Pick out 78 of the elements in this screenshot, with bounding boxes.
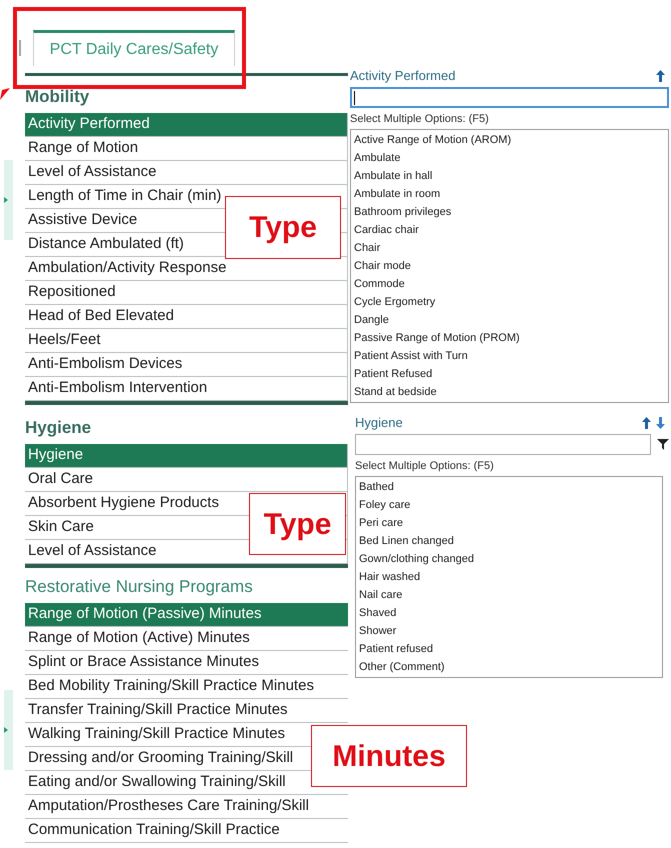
list-item[interactable]: Absorbent Hygiene Products xyxy=(28,492,219,515)
option-item[interactable]: Dangle xyxy=(351,311,668,329)
tab-edge xyxy=(19,40,21,56)
list-item[interactable]: Hygiene xyxy=(25,444,348,468)
list-item[interactable]: Bed Mobility Training/Skill Practice Minutes xyxy=(28,675,314,698)
option-item[interactable]: Ambulate xyxy=(351,149,668,167)
down-arrow-icon[interactable] xyxy=(656,417,665,429)
list-item[interactable]: Transfer Training/Skill Practice Minutes xyxy=(28,699,288,722)
options-list[interactable] xyxy=(350,129,669,403)
list-item[interactable]: Activity Performed xyxy=(25,113,348,137)
option-item[interactable]: Active Range of Motion (AROM) xyxy=(351,131,668,149)
option-item[interactable]: Hair washed xyxy=(356,568,662,586)
list-item[interactable]: Communication Training/Skill Practice xyxy=(28,819,280,842)
option-item[interactable]: Bathroom privileges xyxy=(351,203,668,221)
options-list[interactable]: Bathed Foley care Peri care Bed Linen changed Gown/clothing changed Hair washed Nail care Shaved Shower Patient refused Other (Comment) xyxy=(355,476,663,678)
option-item[interactable]: Passive Range of Motion (PROM) xyxy=(351,329,668,347)
option-item[interactable]: Stand at bedside xyxy=(351,383,668,401)
list-item[interactable]: Assistive Device xyxy=(28,209,138,232)
annotation-label: Minutes xyxy=(311,725,467,787)
section-heading: Restorative Nursing Programs xyxy=(25,576,254,598)
panel-title: Hygiene xyxy=(355,414,403,432)
option-item[interactable]: Other (Comment) xyxy=(356,658,662,676)
option-item[interactable]: Chair xyxy=(351,239,668,257)
expand-triangle-icon xyxy=(4,197,8,203)
list-item[interactable]: Anti-Embolism Intervention xyxy=(28,377,208,400)
expand-handle[interactable] xyxy=(4,160,13,240)
option-item[interactable]: Ambulate in hall xyxy=(351,167,668,185)
option-item[interactable]: Ambulate in room xyxy=(351,185,668,203)
list-item[interactable]: Oral Care xyxy=(28,468,94,491)
list-item[interactable]: Amputation/Prostheses Care Training/Skill xyxy=(28,795,309,818)
list-item[interactable]: Heels/Feet xyxy=(28,329,101,352)
input-field[interactable] xyxy=(350,87,669,108)
option-item[interactable]: Nail care xyxy=(356,586,662,604)
expand-triangle-icon xyxy=(4,727,8,733)
input-field[interactable] xyxy=(355,434,651,455)
option-item[interactable]: Shaved xyxy=(356,604,662,622)
text-cursor xyxy=(354,90,355,104)
option-item[interactable]: Bathed xyxy=(356,478,662,496)
list-item[interactable]: Range of Motion xyxy=(28,137,138,160)
section-heading: Hygiene xyxy=(25,417,92,440)
option-item[interactable]: Peri care xyxy=(356,514,662,532)
option-item[interactable]: Bed Linen changed xyxy=(356,532,662,550)
option-item[interactable]: Patient Assist with Turn xyxy=(351,347,668,365)
option-item[interactable]: Gown/clothing changed xyxy=(356,550,662,568)
list-item[interactable]: Anti-Embolism Devices xyxy=(28,353,182,376)
option-item[interactable]: Shower xyxy=(356,622,662,640)
list-item[interactable]: Walking Training/Skill Practice Minutes xyxy=(28,723,286,746)
list-item[interactable]: Range of Motion (Active) Minutes xyxy=(28,627,250,650)
filter-icon[interactable] xyxy=(657,439,669,450)
up-arrow-icon[interactable] xyxy=(656,70,665,82)
option-item[interactable]: Patient Refused xyxy=(351,365,668,383)
pointer-arrow-icon xyxy=(0,88,10,100)
hint-text: Select Multiple Options: (F5) xyxy=(355,459,495,473)
list-item[interactable]: Dressing and/or Grooming Training/Skill xyxy=(28,747,294,770)
hint-text: Select Multiple Options: (F5) xyxy=(350,112,490,126)
annotation-label: Type xyxy=(225,196,341,259)
section-heading: Mobility xyxy=(25,86,90,108)
option-item[interactable]: Cycle Ergometry xyxy=(351,293,668,311)
expand-handle[interactable] xyxy=(4,690,13,770)
list-item[interactable]: Level of Assistance xyxy=(28,161,156,184)
option-item[interactable]: Foley care xyxy=(356,496,662,514)
option-item[interactable]: Commode xyxy=(351,275,668,293)
annotation-label: Type xyxy=(249,493,346,555)
option-item[interactable]: Patient refused xyxy=(356,640,662,658)
list-item[interactable]: Head of Bed Elevated xyxy=(28,305,174,328)
panel-title: Activity Performed xyxy=(350,67,456,86)
list-item[interactable]: Length of Time in Chair (min) xyxy=(28,185,222,208)
option-item[interactable]: Cardiac chair xyxy=(351,221,668,239)
up-arrow-icon[interactable] xyxy=(642,417,651,429)
list-item[interactable]: Skin Care xyxy=(28,516,94,539)
list-item[interactable]: Level of Assistance xyxy=(28,540,156,563)
list-item[interactable]: Distance Ambulated (ft) xyxy=(28,233,184,256)
list-item[interactable]: Repositioned xyxy=(28,281,116,304)
option-item[interactable]: Chair mode xyxy=(351,257,668,275)
list-item[interactable]: Splint or Brace Assistance Minutes xyxy=(28,651,259,674)
list-item[interactable]: Ambulation/Activity Response xyxy=(28,257,226,280)
list-item[interactable]: Range of Motion (Passive) Minutes xyxy=(25,603,348,627)
list-item[interactable]: Eating and/or Swallowing Training/Skill xyxy=(28,771,286,794)
